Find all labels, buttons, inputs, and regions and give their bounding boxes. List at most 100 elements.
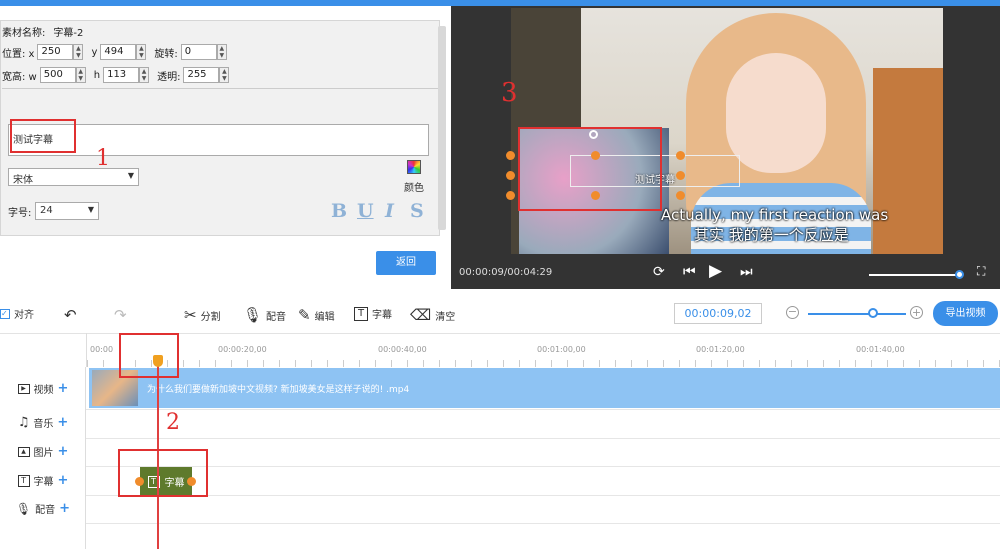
- chevron-down-icon: ▼: [87, 205, 94, 214]
- timecode-display[interactable]: 00:00:09,02: [674, 303, 762, 324]
- resize-handle[interactable]: [676, 171, 685, 180]
- color-label: 颜色: [404, 183, 424, 194]
- align-label: 对齐: [14, 310, 34, 321]
- track-dub: 🎙 配音 +: [0, 494, 86, 523]
- position-y-label: y: [91, 46, 98, 58]
- ruler-tick-label: 00:01:00,00: [537, 345, 586, 354]
- volume-knob[interactable]: [955, 270, 964, 279]
- replay-icon[interactable]: ⟳: [653, 264, 665, 280]
- video-clip[interactable]: 为什么我们要做新加坡中文视频? 新加坡美女是这样子说的! .mp4: [89, 368, 1000, 408]
- width-spinner[interactable]: ▲ ▼: [75, 67, 86, 83]
- height-input[interactable]: 113: [103, 67, 140, 83]
- italic-button[interactable]: I: [385, 200, 394, 222]
- microphone-icon: 🎙: [243, 306, 263, 324]
- annotation-box-overlay: [518, 127, 662, 211]
- position-x-spinner[interactable]: ▲ ▼: [73, 44, 84, 60]
- undo-button[interactable]: ↶: [64, 306, 77, 324]
- resize-handle[interactable]: [506, 171, 515, 180]
- text-icon: T: [354, 306, 368, 321]
- size-row: 宽高: w 500 ▲ ▼ h 113 ▲ ▼ 透明: 255 ▲ ▼: [2, 67, 237, 83]
- export-video-button[interactable]: 导出视频: [933, 301, 998, 326]
- fullscreen-icon[interactable]: ⛶: [977, 264, 985, 279]
- clear-button[interactable]: ⌫ 清空: [410, 306, 455, 324]
- undo-icon: ↶: [64, 306, 77, 324]
- track-divider: [86, 438, 1000, 439]
- caption-chinese: 其实 我的第一个反应是: [694, 226, 849, 244]
- add-music-icon[interactable]: +: [57, 415, 68, 430]
- font-size-select[interactable]: 24 ▼: [35, 202, 99, 220]
- resize-handle[interactable]: [676, 191, 685, 200]
- resize-handle[interactable]: [506, 151, 515, 160]
- material-name-row: 素材名称: 字幕-2: [2, 24, 83, 39]
- track-dub-label: 配音: [35, 505, 56, 516]
- properties-panel: 素材名称: 字幕-2 位置: x 250 ▲ ▼ y 494 ▲ ▼ 旋转: 0 ▲…: [0, 6, 450, 286]
- resize-handle[interactable]: [506, 191, 515, 200]
- dub-button[interactable]: 🎙 配音: [243, 306, 286, 324]
- material-name-label: 素材名称:: [2, 28, 46, 39]
- track-divider: [86, 466, 1000, 467]
- add-video-icon[interactable]: +: [58, 381, 69, 396]
- position-row: 位置: x 250 ▲ ▼ y 494 ▲ ▼ 旋转: 0 ▲ ▼: [2, 44, 235, 60]
- caption-english: Actually, my first reaction was: [661, 206, 889, 224]
- properties-scrollbar[interactable]: [438, 26, 446, 230]
- player-controls: 00:00:09/00:04:29 ⟳ ⏮ ▶ ⏭ ⛶: [451, 260, 1000, 290]
- size-w-label: 宽高: w: [2, 71, 37, 83]
- pencil-icon: ✎: [298, 306, 311, 324]
- bold-button[interactable]: B: [331, 200, 347, 222]
- previous-icon[interactable]: ⏮: [683, 264, 696, 280]
- add-subtitle-icon[interactable]: +: [58, 473, 69, 488]
- font-size-label: 字号:: [8, 208, 32, 219]
- zoom-in-icon[interactable]: +: [910, 306, 923, 319]
- volume-slider[interactable]: [869, 274, 961, 276]
- material-name-value: 字幕-2: [53, 28, 84, 39]
- ruler-tick-label: 00:00:20,00: [218, 345, 267, 354]
- ruler-tick-label: 00:01:20,00: [696, 345, 745, 354]
- rotate-spinner[interactable]: ▲ ▼: [216, 44, 227, 60]
- annotation-box-text: [10, 119, 76, 153]
- ruler-ticks: [87, 360, 1000, 367]
- return-button[interactable]: 返回: [376, 251, 436, 275]
- position-y-input[interactable]: 494: [100, 44, 137, 60]
- play-icon[interactable]: ▶: [709, 261, 722, 281]
- rotate-input[interactable]: 0: [180, 44, 217, 60]
- track-image: ▲ 图片 +: [0, 437, 86, 466]
- strikethrough-button[interactable]: S: [410, 200, 424, 222]
- redo-button[interactable]: ↷: [114, 306, 127, 324]
- next-icon[interactable]: ⏭: [740, 264, 753, 280]
- split-button[interactable]: ✂ 分割: [184, 306, 221, 324]
- add-image-icon[interactable]: +: [58, 444, 69, 459]
- opacity-input[interactable]: 255: [183, 67, 220, 83]
- position-y-spinner[interactable]: ▲ ▼: [136, 44, 147, 60]
- edit-label: 编辑: [314, 311, 335, 323]
- font-select[interactable]: 宋体 ▼: [8, 168, 139, 186]
- subtitle-button[interactable]: T 字幕: [354, 306, 392, 321]
- opacity-label: 透明:: [157, 71, 181, 83]
- zoom-slider[interactable]: [808, 313, 906, 315]
- music-track-icon: ♫: [17, 415, 30, 430]
- dub-label: 配音: [266, 311, 287, 323]
- annotation-box-subtitle-clip: [118, 449, 208, 497]
- height-spinner[interactable]: ▲ ▼: [139, 67, 150, 83]
- clear-label: 清空: [435, 311, 456, 323]
- underline-button[interactable]: U: [357, 200, 374, 222]
- image-track-icon: ▲: [17, 446, 30, 457]
- resize-handle[interactable]: [676, 151, 685, 160]
- scissors-icon: ✂: [184, 306, 197, 324]
- zoom-knob[interactable]: [868, 308, 878, 318]
- annotation-box-playhead: [119, 333, 179, 378]
- video-clip-title: 为什么我们要做新加坡中文视频? 新加坡美女是这样子说的! .mp4: [147, 385, 410, 395]
- position-x-input[interactable]: 250: [37, 44, 74, 60]
- add-dub-icon[interactable]: +: [59, 501, 70, 516]
- ruler-tick-label: 00:00: [90, 345, 114, 354]
- annotation-mark-3: 3: [501, 78, 518, 108]
- align-toggle[interactable]: ✓ 对齐: [0, 306, 34, 321]
- track-music-label: 音乐: [33, 419, 54, 430]
- track-subtitle-label: 字幕: [33, 477, 54, 488]
- color-picker-icon[interactable]: [407, 160, 421, 174]
- opacity-spinner[interactable]: ▲ ▼: [219, 67, 230, 83]
- checkbox-icon[interactable]: ✓: [0, 308, 10, 319]
- edit-button[interactable]: ✎ 编辑: [298, 306, 335, 324]
- width-input[interactable]: 500: [39, 67, 76, 83]
- timeline-ruler[interactable]: 00:00 00:00:20,00 00:00:40,00 00:01:00,0…: [86, 333, 1000, 367]
- zoom-out-icon[interactable]: −: [786, 306, 799, 319]
